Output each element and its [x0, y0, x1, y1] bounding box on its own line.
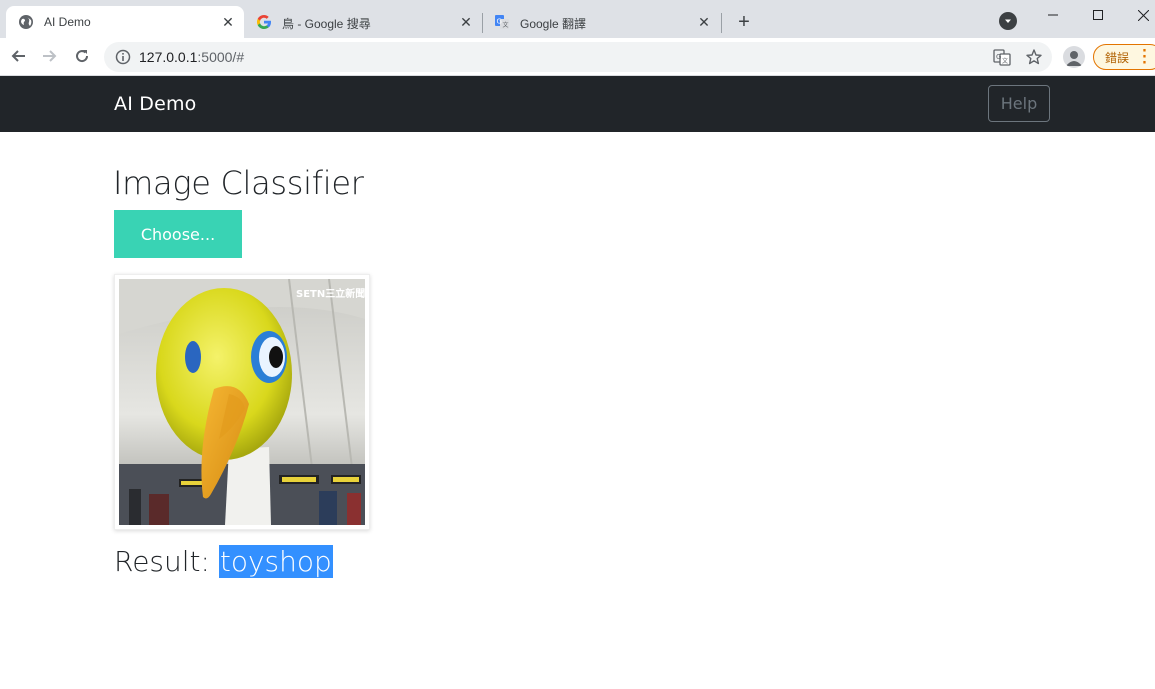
svg-text:文: 文 [1002, 57, 1008, 65]
svg-text:G: G [497, 18, 502, 26]
close-tab-icon[interactable]: ✕ [458, 14, 474, 30]
profile-avatar-icon[interactable] [1063, 46, 1085, 68]
new-tab-button[interactable]: + [733, 11, 755, 33]
error-badge-button[interactable]: 錯誤 · · · [1093, 44, 1155, 70]
close-tab-icon[interactable]: ✕ [220, 14, 236, 30]
browser-tab-strip: AI Demo ✕ 鳥 - Google 搜尋 ✕ G文 Google 翻譯 ✕… [0, 0, 1155, 38]
page-title: Image Classifier [113, 164, 364, 202]
forward-arrow-icon[interactable] [39, 45, 61, 67]
url-path: :5000/# [197, 49, 245, 65]
reload-icon[interactable] [71, 45, 93, 67]
help-button[interactable]: Help [988, 85, 1050, 122]
result-value: toyshop [218, 545, 333, 578]
error-badge-label: 錯誤 [1105, 50, 1130, 65]
tab-title: Google 翻譯 [520, 17, 587, 31]
image-preview: SETN三立新聞網 [114, 274, 370, 530]
tab-google-search[interactable]: 鳥 - Google 搜尋 ✕ [244, 6, 482, 38]
choose-file-button[interactable]: Choose... [114, 210, 242, 258]
close-tab-icon[interactable]: ✕ [696, 14, 712, 30]
minimize-window-icon[interactable] [1030, 0, 1076, 30]
tab-google-translate[interactable]: G文 Google 翻譯 ✕ [482, 6, 720, 38]
site-navbar: AI Demo Help [0, 76, 1155, 132]
result-line: Result: toyshop [114, 545, 333, 578]
browser-toolbar: 127.0.0.1:5000/# G文 錯誤 · · · [0, 38, 1155, 76]
tab-title: 鳥 - Google 搜尋 [282, 17, 371, 31]
close-window-icon[interactable] [1120, 0, 1155, 30]
url-host: 127.0.0.1 [139, 49, 198, 65]
site-info-icon[interactable] [115, 49, 131, 65]
menu-kebab-icon: · · · [1142, 44, 1147, 71]
tab-ai-demo[interactable]: AI Demo ✕ [6, 6, 244, 38]
tab-divider [721, 13, 722, 33]
tab-search-icon[interactable] [999, 12, 1017, 30]
svg-text:文: 文 [503, 21, 509, 29]
address-bar[interactable]: 127.0.0.1:5000/# G文 [104, 42, 1052, 72]
tab-title: AI Demo [44, 15, 91, 29]
translate-page-icon[interactable]: G文 [992, 47, 1012, 67]
google-translate-icon: G文 [494, 14, 510, 30]
maximize-window-icon[interactable] [1075, 0, 1121, 30]
svg-text:G: G [996, 53, 1001, 61]
navbar-brand[interactable]: AI Demo [114, 93, 197, 115]
photo-watermark: SETN三立新聞網 [296, 287, 365, 300]
bookmark-star-icon[interactable] [1024, 47, 1044, 67]
url-text: 127.0.0.1:5000/# [139, 49, 244, 65]
result-label: Result: [114, 545, 210, 578]
globe-icon [18, 14, 34, 30]
back-arrow-icon[interactable] [7, 45, 29, 67]
preview-photo: SETN三立新聞網 [119, 279, 365, 525]
google-g-icon [256, 14, 272, 30]
